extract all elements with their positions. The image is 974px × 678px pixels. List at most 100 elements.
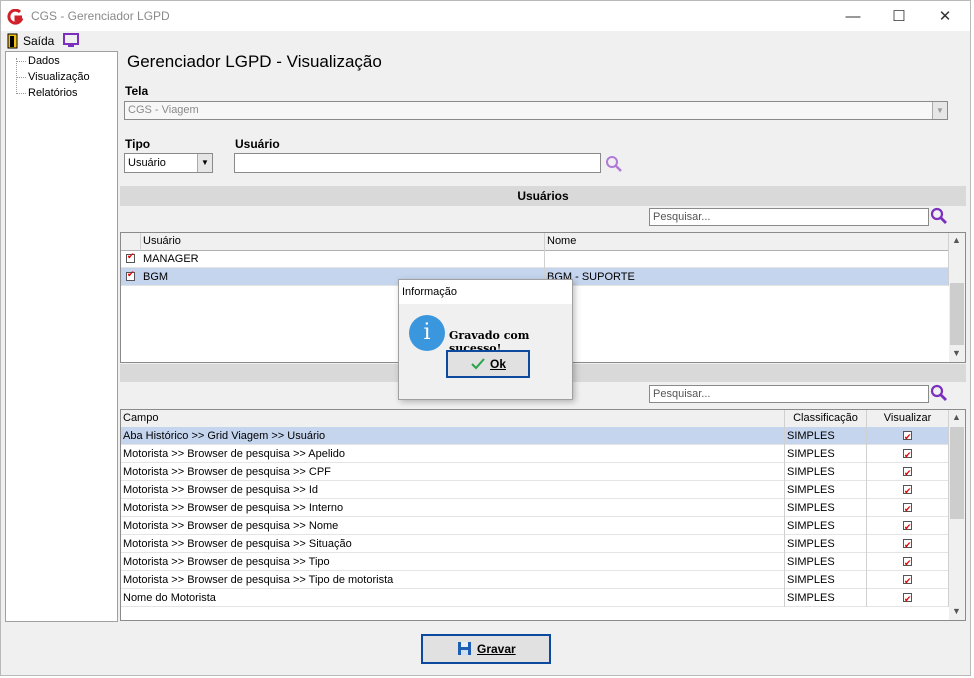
tela-select[interactable]: CGS - Viagem ▼ bbox=[124, 101, 948, 120]
table-row[interactable]: Motorista >> Browser de pesquisa >> Inte… bbox=[121, 499, 949, 517]
fields-search-input[interactable]: Pesquisar... bbox=[649, 385, 929, 403]
row-checkbox[interactable] bbox=[126, 269, 135, 281]
field-cell: Motorista >> Browser de pesquisa >> Inte… bbox=[121, 499, 785, 517]
table-row[interactable]: MANAGER bbox=[121, 250, 949, 268]
classification-cell: SIMPLES bbox=[785, 427, 867, 445]
column-header-classification[interactable]: Classificação bbox=[785, 410, 867, 428]
users-search-placeholder: Pesquisar... bbox=[653, 211, 711, 223]
tela-select-value: CGS - Viagem bbox=[128, 104, 199, 116]
scroll-thumb[interactable] bbox=[950, 427, 964, 519]
view-cell bbox=[867, 589, 949, 607]
maximize-button[interactable]: ☐ bbox=[876, 2, 922, 32]
view-checkbox[interactable] bbox=[903, 482, 912, 499]
field-cell: Aba Histórico >> Grid Viagem >> Usuário bbox=[121, 427, 785, 445]
scroll-down-icon[interactable]: ▼ bbox=[952, 348, 961, 358]
classification-cell: SIMPLES bbox=[785, 463, 867, 481]
tipo-label: Tipo bbox=[125, 137, 151, 151]
field-cell: Motorista >> Browser de pesquisa >> Situ… bbox=[121, 535, 785, 553]
name-cell: BGM - SUPORTE bbox=[545, 268, 949, 286]
table-row[interactable]: Motorista >> Browser de pesquisa >> Situ… bbox=[121, 535, 949, 553]
field-cell: Motorista >> Browser de pesquisa >> Tipo bbox=[121, 553, 785, 571]
column-header-name[interactable]: Nome bbox=[545, 233, 949, 251]
view-checkbox[interactable] bbox=[903, 590, 912, 607]
search-icon[interactable] bbox=[930, 384, 948, 402]
search-icon[interactable] bbox=[930, 207, 948, 225]
save-button-label: Gravar bbox=[477, 642, 516, 656]
tree-item-visualizacao[interactable]: Visualização bbox=[28, 71, 90, 83]
classification-cell: SIMPLES bbox=[785, 499, 867, 517]
table-row[interactable]: Motorista >> Browser de pesquisa >> Tipo… bbox=[121, 571, 949, 589]
classification-cell: SIMPLES bbox=[785, 589, 867, 607]
view-checkbox[interactable] bbox=[903, 518, 912, 535]
table-row[interactable]: Motorista >> Browser de pesquisa >> CPF S… bbox=[121, 463, 949, 481]
table-row[interactable]: Nome do Motorista SIMPLES bbox=[121, 589, 949, 607]
scroll-down-icon[interactable]: ▼ bbox=[952, 606, 961, 616]
fields-grid-header: Campo Classificação Visualizar bbox=[121, 410, 949, 428]
view-cell bbox=[867, 463, 949, 481]
table-row[interactable]: Aba Histórico >> Grid Viagem >> Usuário S… bbox=[121, 427, 949, 445]
view-cell bbox=[867, 517, 949, 535]
view-checkbox[interactable] bbox=[903, 464, 912, 481]
view-checkbox[interactable] bbox=[903, 428, 912, 445]
view-checkbox[interactable] bbox=[903, 536, 912, 553]
column-header-user[interactable]: Usuário bbox=[141, 233, 545, 251]
ok-button[interactable]: Ok bbox=[446, 350, 530, 378]
table-row[interactable]: Motorista >> Browser de pesquisa >> Nome… bbox=[121, 517, 949, 535]
navigation-tree: Dados Visualização Relatórios bbox=[5, 51, 118, 622]
row-checkbox[interactable] bbox=[126, 251, 135, 263]
classification-cell: SIMPLES bbox=[785, 481, 867, 499]
view-checkbox[interactable] bbox=[903, 446, 912, 463]
chevron-down-icon[interactable]: ▼ bbox=[932, 102, 947, 119]
column-header-field[interactable]: Campo bbox=[121, 410, 785, 428]
exit-label: Saída bbox=[23, 34, 55, 48]
tree-connector bbox=[17, 77, 26, 78]
view-checkbox[interactable] bbox=[903, 500, 912, 517]
table-row[interactable]: Motorista >> Browser de pesquisa >> Id SI… bbox=[121, 481, 949, 499]
view-cell bbox=[867, 481, 949, 499]
usuario-label: Usuário bbox=[235, 137, 280, 151]
tipo-select-value: Usuário bbox=[128, 157, 166, 169]
view-cell bbox=[867, 571, 949, 589]
exit-door-icon bbox=[7, 33, 18, 49]
tipo-select[interactable]: Usuário ▼ bbox=[124, 153, 213, 173]
users-search-input[interactable]: Pesquisar... bbox=[649, 208, 929, 226]
users-section-header: Usuários bbox=[120, 186, 966, 206]
tree-item-relatorios[interactable]: Relatórios bbox=[28, 87, 78, 99]
minimize-button[interactable]: — bbox=[830, 2, 876, 32]
close-icon: ✕ bbox=[938, 8, 952, 25]
usuario-input[interactable] bbox=[234, 153, 601, 173]
search-icon[interactable] bbox=[605, 155, 623, 173]
tela-label: Tela bbox=[125, 84, 149, 98]
table-row[interactable]: Motorista >> Browser de pesquisa >> Apel… bbox=[121, 445, 949, 463]
tree-trunk bbox=[16, 58, 17, 94]
scroll-thumb[interactable] bbox=[950, 283, 964, 345]
field-cell: Nome do Motorista bbox=[121, 589, 785, 607]
view-cell bbox=[867, 553, 949, 571]
view-checkbox[interactable] bbox=[903, 554, 912, 571]
field-cell: Motorista >> Browser de pesquisa >> Tipo… bbox=[121, 571, 785, 589]
fields-search-placeholder: Pesquisar... bbox=[653, 388, 711, 400]
classification-cell: SIMPLES bbox=[785, 445, 867, 463]
classification-cell: SIMPLES bbox=[785, 571, 867, 589]
view-cell bbox=[867, 427, 949, 445]
scroll-up-icon[interactable]: ▲ bbox=[952, 412, 961, 422]
floppy-disk-icon bbox=[458, 642, 471, 655]
column-header-view[interactable]: Visualizar bbox=[867, 410, 949, 428]
fields-vertical-scrollbar[interactable]: ▲ ▼ bbox=[949, 410, 965, 620]
chevron-down-icon[interactable]: ▼ bbox=[197, 154, 212, 172]
view-cell bbox=[867, 535, 949, 553]
classification-cell: SIMPLES bbox=[785, 535, 867, 553]
name-cell bbox=[545, 250, 949, 268]
view-checkbox[interactable] bbox=[903, 572, 912, 589]
dialog-title: Informação bbox=[399, 280, 572, 304]
users-vertical-scrollbar[interactable]: ▲ ▼ bbox=[949, 233, 965, 362]
tree-item-dados[interactable]: Dados bbox=[28, 55, 60, 67]
scroll-up-icon[interactable]: ▲ bbox=[952, 235, 961, 245]
table-row[interactable]: Motorista >> Browser de pesquisa >> Tipo… bbox=[121, 553, 949, 571]
field-cell: Motorista >> Browser de pesquisa >> Apel… bbox=[121, 445, 785, 463]
maximize-icon: ☐ bbox=[892, 8, 906, 25]
exit-menu-item[interactable]: Saída bbox=[6, 33, 58, 49]
monitor-icon[interactable] bbox=[63, 33, 80, 48]
close-button[interactable]: ✕ bbox=[922, 2, 968, 32]
save-button[interactable]: Gravar bbox=[421, 634, 551, 664]
